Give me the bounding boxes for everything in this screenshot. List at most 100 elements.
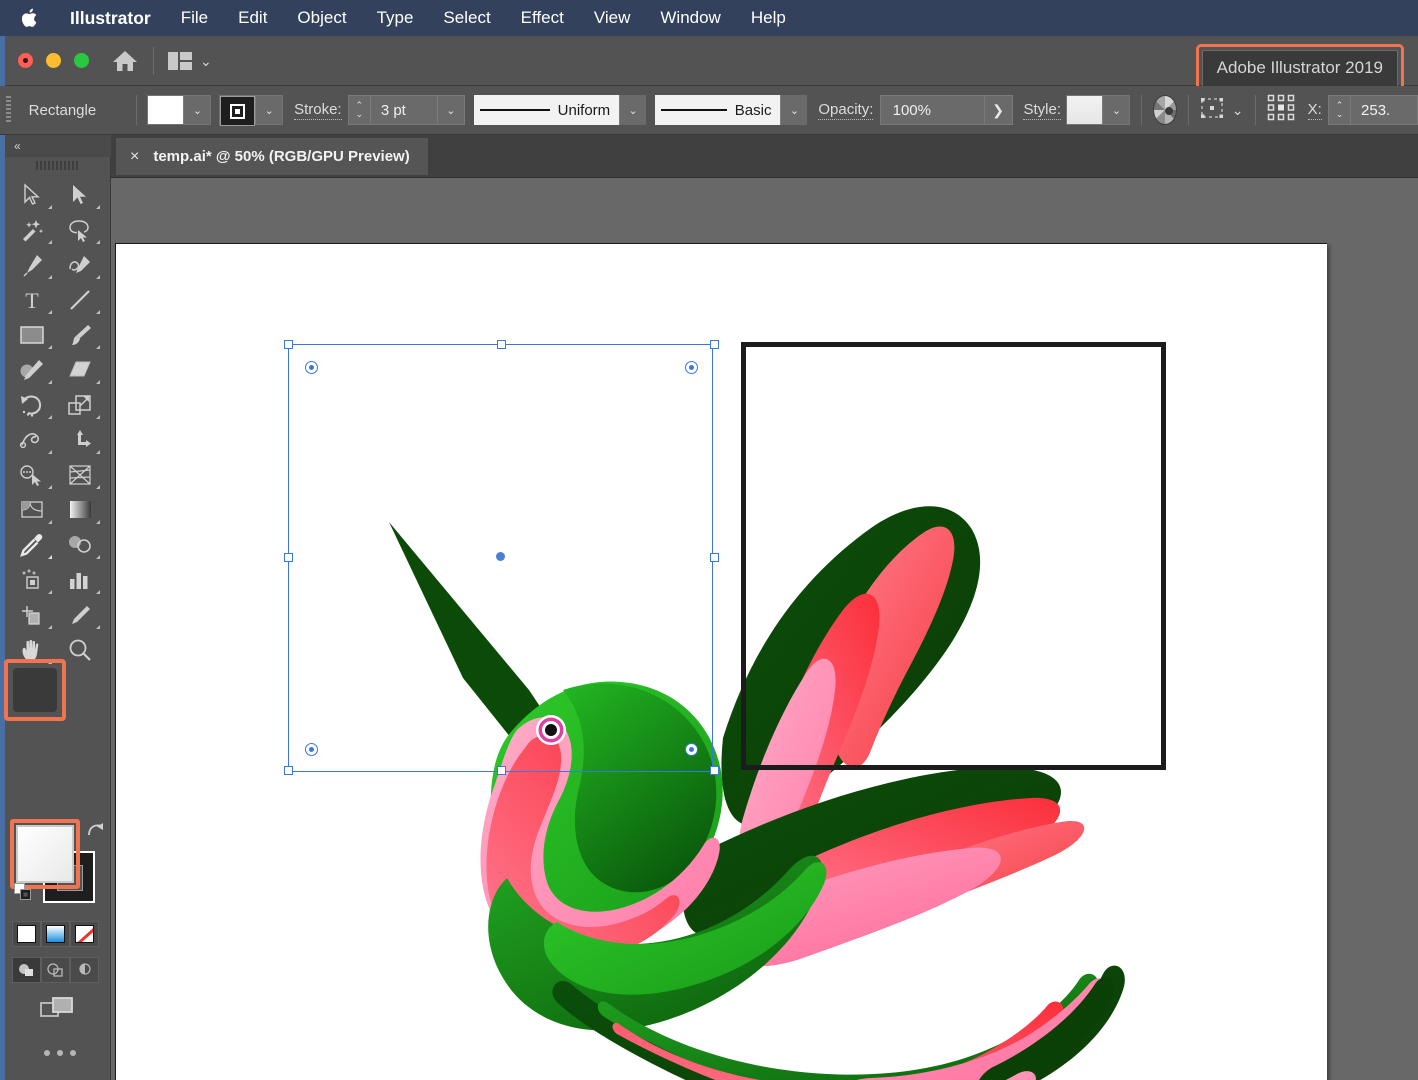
stroke-dropdown-chevron[interactable]: ⌄ xyxy=(255,96,283,124)
corner-radius-widget-top-left[interactable] xyxy=(305,361,318,374)
screen-mode-icon[interactable] xyxy=(40,995,74,1028)
lasso-tool[interactable] xyxy=(56,212,104,247)
style-label[interactable]: Style: xyxy=(1023,101,1061,120)
opacity-expand-button[interactable]: ❯ xyxy=(984,95,1013,125)
stroke-weight-stepper[interactable]: ⌃ ⌄ xyxy=(347,95,370,125)
menu-effect[interactable]: Effect xyxy=(506,0,579,36)
hand-tool[interactable] xyxy=(8,632,56,667)
edit-toolbar-dots[interactable] xyxy=(44,1050,76,1056)
arrange-documents-button[interactable]: ⌄ xyxy=(168,51,212,70)
align-chevron-icon[interactable]: ⌄ xyxy=(1232,103,1244,117)
stroke-weight-control[interactable]: ⌃ ⌄ 3 pt ⌄ xyxy=(347,95,465,125)
selection-handle-top-right[interactable] xyxy=(710,340,719,349)
apple-logo-icon[interactable] xyxy=(20,5,42,31)
close-icon[interactable]: × xyxy=(130,148,139,165)
direct-selection-tool[interactable] xyxy=(56,177,104,212)
close-button[interactable] xyxy=(18,53,33,68)
rectangle-tool[interactable] xyxy=(8,317,56,352)
stroke-profile-control[interactable]: Uniform ⌄ xyxy=(474,95,647,125)
curvature-tool[interactable] xyxy=(56,247,104,282)
control-bar-grip[interactable] xyxy=(6,96,11,124)
stroke-profile-chevron[interactable]: ⌄ xyxy=(619,95,647,125)
brush-definition-value[interactable]: Basic xyxy=(655,95,781,125)
opacity-value[interactable]: 100% xyxy=(879,95,985,125)
fill-swatch[interactable] xyxy=(148,96,184,124)
stroke-swatch[interactable] xyxy=(220,96,256,126)
mesh-tool[interactable] xyxy=(8,492,56,527)
selection-handle-middle-right[interactable] xyxy=(710,553,719,562)
fill-color-control[interactable]: ⌄ xyxy=(147,95,212,125)
stroke-profile-value[interactable]: Uniform xyxy=(474,95,620,125)
type-tool[interactable]: T xyxy=(8,282,56,317)
tools-panel-header[interactable]: « xyxy=(5,135,111,157)
selection-handle-top-left[interactable] xyxy=(284,340,293,349)
menu-object[interactable]: Object xyxy=(282,0,361,36)
zoom-tool[interactable] xyxy=(56,632,104,667)
menu-file[interactable]: File xyxy=(166,0,223,36)
selection-handle-bottom-center[interactable] xyxy=(497,766,506,775)
selection-handle-top-center[interactable] xyxy=(497,340,506,349)
shaper-tool[interactable] xyxy=(8,352,56,387)
align-control[interactable]: ⌄ xyxy=(1200,96,1244,125)
symbol-sprayer-tool[interactable] xyxy=(8,562,56,597)
paintbrush-tool[interactable] xyxy=(56,317,104,352)
corner-radius-widget-bottom-left[interactable] xyxy=(305,743,318,756)
magic-wand-tool[interactable] xyxy=(8,212,56,247)
canvas-area[interactable] xyxy=(111,178,1418,1080)
width-tool[interactable] xyxy=(8,422,56,457)
corner-radius-widget-bottom-right[interactable] xyxy=(685,743,698,756)
fill-dropdown-chevron[interactable]: ⌄ xyxy=(183,96,211,124)
selection-tool[interactable] xyxy=(8,177,56,212)
x-position-value[interactable]: 253. xyxy=(1350,95,1418,125)
menu-view[interactable]: View xyxy=(579,0,646,36)
rotate-tool[interactable] xyxy=(8,387,56,422)
selection-handle-bottom-left[interactable] xyxy=(284,766,293,775)
shape-builder-tool[interactable] xyxy=(8,457,56,492)
menu-type[interactable]: Type xyxy=(362,0,429,36)
none-button[interactable] xyxy=(70,921,99,947)
selection-handle-middle-left[interactable] xyxy=(284,553,293,562)
graphic-style-control[interactable]: ⌄ xyxy=(1066,95,1131,125)
minimize-button[interactable] xyxy=(46,53,61,68)
color-button[interactable] xyxy=(12,921,41,947)
recolor-artwork-icon[interactable] xyxy=(1153,95,1177,125)
x-position-stepper[interactable]: ⌃ ⌄ xyxy=(1328,95,1351,125)
scale-tool[interactable] xyxy=(56,387,104,422)
blend-tool[interactable] xyxy=(56,527,104,562)
x-position-control[interactable]: ⌃ ⌄ 253. xyxy=(1328,95,1418,125)
artboard-tool[interactable] xyxy=(8,597,56,632)
maximize-button[interactable] xyxy=(74,53,89,68)
stroke-color-control[interactable]: ⌄ xyxy=(219,95,284,126)
draw-behind-button[interactable] xyxy=(41,957,70,983)
collapse-panel-icon[interactable]: « xyxy=(14,139,21,153)
corner-radius-widget-top-right[interactable] xyxy=(685,361,698,374)
column-graph-tool[interactable] xyxy=(56,562,104,597)
eraser-tool[interactable] xyxy=(56,352,104,387)
menu-select[interactable]: Select xyxy=(428,0,505,36)
free-transform-tool[interactable] xyxy=(56,422,104,457)
selection-handle-bottom-right[interactable] xyxy=(710,766,719,775)
home-icon[interactable] xyxy=(111,47,139,75)
menu-help[interactable]: Help xyxy=(736,0,801,36)
brush-definition-chevron[interactable]: ⌄ xyxy=(780,95,808,125)
graphic-style-chevron[interactable]: ⌄ xyxy=(1102,96,1130,124)
default-fill-stroke-icon[interactable] xyxy=(14,883,32,906)
brush-definition-control[interactable]: Basic ⌄ xyxy=(655,95,808,125)
opacity-control[interactable]: 100% ❯ xyxy=(879,95,1013,125)
draw-inside-button[interactable] xyxy=(70,957,99,983)
stroke-weight-chevron[interactable]: ⌄ xyxy=(437,95,465,125)
gradient-button[interactable] xyxy=(41,921,70,947)
menu-illustrator[interactable]: Illustrator xyxy=(64,0,166,36)
menu-window[interactable]: Window xyxy=(645,0,735,36)
pen-tool[interactable] xyxy=(8,247,56,282)
black-stroked-rectangle[interactable] xyxy=(741,342,1166,770)
document-tab[interactable]: × temp.ai* @ 50% (RGB/GPU Preview) xyxy=(116,138,428,175)
graphic-style-swatch[interactable] xyxy=(1067,96,1103,124)
eyedropper-tool[interactable] xyxy=(8,527,56,562)
tools-panel-grip[interactable] xyxy=(36,161,80,170)
transform-reference-point-icon[interactable] xyxy=(1266,93,1298,128)
fill-swatch[interactable] xyxy=(16,825,74,883)
stroke-weight-value[interactable]: 3 pt xyxy=(369,95,438,125)
menu-edit[interactable]: Edit xyxy=(223,0,282,36)
perspective-grid-tool[interactable] xyxy=(56,457,104,492)
